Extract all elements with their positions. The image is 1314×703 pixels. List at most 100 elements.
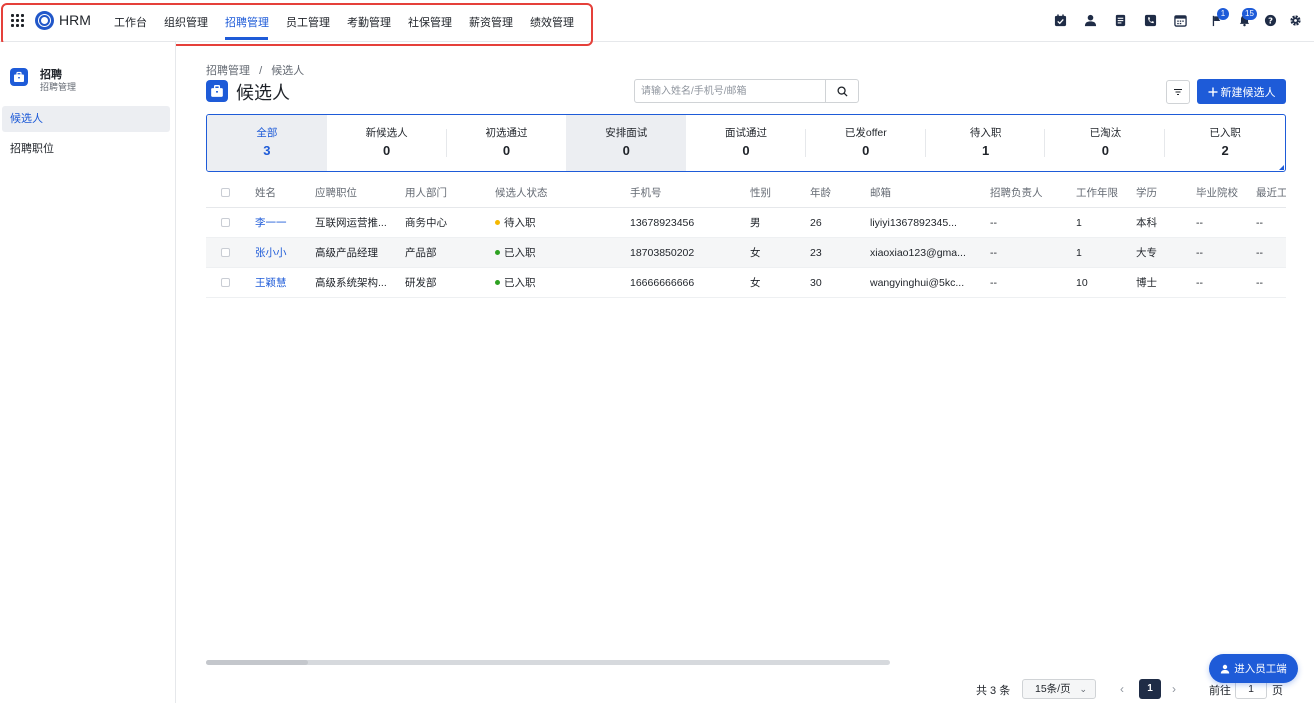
cell-school: -- xyxy=(1196,277,1203,289)
cell-recruiter: -- xyxy=(990,277,997,289)
candidate-name-link[interactable]: 李一一 xyxy=(255,208,287,238)
status-tab-new[interactable]: 新候选人 0 xyxy=(327,115,447,171)
search-box xyxy=(634,79,859,103)
status-tab-rejected[interactable]: 已淘汰 0 xyxy=(1045,115,1166,171)
scrollbar-thumb[interactable] xyxy=(206,660,308,665)
page-briefcase-icon xyxy=(206,80,228,102)
status-tab-interview-scheduled[interactable]: 安排面试 0 xyxy=(566,115,687,171)
breadcrumb: 招聘管理 / 候选人 xyxy=(206,62,304,78)
nav-item-employees[interactable]: 员工管理 xyxy=(286,14,330,30)
column-header-gender[interactable]: 性别 xyxy=(750,178,771,208)
settings-icon[interactable] xyxy=(1288,13,1302,27)
search-input[interactable] xyxy=(635,80,826,102)
status-tab-screened[interactable]: 初选通过 0 xyxy=(447,115,567,171)
column-header-education[interactable]: 学历 xyxy=(1136,178,1157,208)
nav-item-payroll[interactable]: 薪资管理 xyxy=(469,14,513,30)
cell-years: 1 xyxy=(1076,217,1082,229)
column-header-department[interactable]: 用人部门 xyxy=(405,178,447,208)
page-number-current[interactable]: 1 xyxy=(1139,679,1161,699)
cell-recent: -- xyxy=(1256,247,1263,259)
table-header-row: 姓名 应聘职位 用人部门 候选人状态 手机号 性别 年龄 邮箱 招聘负责人 工作… xyxy=(206,178,1286,208)
cell-email: wangyinghui@5kc... xyxy=(870,277,965,289)
cell-education: 博士 xyxy=(1136,277,1157,289)
column-header-status[interactable]: 候选人状态 xyxy=(495,178,548,208)
prev-page-icon[interactable]: ‹ xyxy=(1120,682,1124,696)
cell-email: xiaoxiao123@gma... xyxy=(870,247,966,259)
search-button[interactable] xyxy=(825,80,858,102)
cell-age: 26 xyxy=(810,217,822,229)
apps-grid-icon[interactable] xyxy=(11,14,24,27)
sidebar-item-positions[interactable]: 招聘职位 xyxy=(2,136,170,162)
cell-department: 商务中心 xyxy=(405,217,447,229)
employee-portal-label: 进入员工端 xyxy=(1234,663,1287,675)
nav-item-recruitment[interactable]: 招聘管理 xyxy=(225,14,269,30)
row-checkbox[interactable] xyxy=(221,248,230,257)
sidebar-item-candidates[interactable]: 候选人 xyxy=(2,106,170,132)
nav-item-performance[interactable]: 绩效管理 xyxy=(530,14,574,30)
plus-icon xyxy=(1208,87,1217,96)
cell-school: -- xyxy=(1196,217,1203,229)
column-header-name[interactable]: 姓名 xyxy=(255,178,276,208)
candidate-name-link[interactable]: 张小小 xyxy=(255,238,287,268)
calendar-icon[interactable] xyxy=(1173,13,1187,27)
status-dot-icon xyxy=(495,219,500,225)
cell-department: 产品部 xyxy=(405,247,437,259)
user-icon[interactable] xyxy=(1083,13,1097,27)
column-header-position[interactable]: 应聘职位 xyxy=(315,178,357,208)
status-tab-pending-onboard[interactable]: 待入职 1 xyxy=(926,115,1046,171)
column-header-age[interactable]: 年龄 xyxy=(810,178,831,208)
cell-status: 待入职 xyxy=(495,208,536,238)
status-tabs: 全部 3 新候选人 0 初选通过 0 安排面试 0 面试通过 0 已发offer 0 待入职… xyxy=(206,114,1286,172)
cell-recruiter: -- xyxy=(990,217,997,229)
page-size-select[interactable]: 15条/页 ⌄ xyxy=(1022,679,1096,699)
cell-gender: 女 xyxy=(750,247,761,259)
status-tab-offer-sent[interactable]: 已发offer 0 xyxy=(806,115,926,171)
nav-item-social-security[interactable]: 社保管理 xyxy=(408,14,452,30)
table-row[interactable]: 张小小 高级产品经理 产品部 已入职 18703850202 女 23 xiao… xyxy=(206,238,1286,268)
nav-item-organization[interactable]: 组织管理 xyxy=(164,14,208,30)
sidebar-subtitle: 招聘管理 xyxy=(40,82,77,92)
column-header-recruiter[interactable]: 招聘负责人 xyxy=(990,178,1043,208)
brand-name[interactable]: HRM xyxy=(59,12,91,28)
bell-badge: 15 xyxy=(1242,8,1257,20)
cell-years: 10 xyxy=(1076,277,1088,289)
active-nav-indicator xyxy=(225,37,268,40)
column-header-recent[interactable]: 最近工 xyxy=(1256,178,1286,208)
employee-portal-button[interactable]: 进入员工端 xyxy=(1209,654,1298,683)
status-tab-onboarded[interactable]: 已入职 2 xyxy=(1165,115,1285,171)
cell-gender: 女 xyxy=(750,277,761,289)
cell-department: 研发部 xyxy=(405,277,437,289)
breadcrumb-parent[interactable]: 招聘管理 xyxy=(206,65,250,77)
status-tab-all[interactable]: 全部 3 xyxy=(207,115,327,171)
cell-education: 本科 xyxy=(1136,217,1157,229)
horizontal-scrollbar[interactable] xyxy=(206,660,890,665)
candidate-table: 姓名 应聘职位 用人部门 候选人状态 手机号 性别 年龄 邮箱 招聘负责人 工作… xyxy=(206,178,1286,298)
help-icon[interactable]: ? xyxy=(1263,13,1277,27)
column-header-phone[interactable]: 手机号 xyxy=(630,178,662,208)
row-checkbox[interactable] xyxy=(221,218,230,227)
next-page-icon[interactable]: › xyxy=(1172,682,1176,696)
svg-text:?: ? xyxy=(1268,15,1273,25)
document-icon[interactable] xyxy=(1113,13,1127,27)
sidebar: 招聘 招聘管理 候选人 招聘职位 xyxy=(0,42,176,703)
candidate-name-link[interactable]: 王颖慧 xyxy=(255,268,287,298)
briefcase-icon xyxy=(10,68,28,86)
cell-gender: 男 xyxy=(750,217,761,229)
new-candidate-button[interactable]: 新建候选人 xyxy=(1197,79,1286,104)
column-header-years[interactable]: 工作年限 xyxy=(1076,178,1118,208)
status-tab-interview-passed[interactable]: 面试通过 0 xyxy=(686,115,806,171)
table-row[interactable]: 王颖慧 高级系统架构... 研发部 已入职 16666666666 女 30 w… xyxy=(206,268,1286,298)
column-header-email[interactable]: 邮箱 xyxy=(870,178,891,208)
select-all-checkbox[interactable] xyxy=(221,188,230,197)
nav-item-workbench[interactable]: 工作台 xyxy=(114,14,147,30)
filter-button[interactable] xyxy=(1166,80,1190,104)
table-row[interactable]: 李一一 互联网运营推... 商务中心 待入职 13678923456 男 26 … xyxy=(206,208,1286,238)
phone-icon[interactable] xyxy=(1143,13,1157,27)
top-navigation-bar: HRM 工作台 组织管理 招聘管理 员工管理 考勤管理 社保管理 薪资管理 绩效… xyxy=(0,0,1314,42)
row-checkbox[interactable] xyxy=(221,278,230,287)
column-header-school[interactable]: 毕业院校 xyxy=(1196,178,1238,208)
chevron-down-icon: ⌄ xyxy=(1079,684,1087,694)
nav-item-attendance[interactable]: 考勤管理 xyxy=(347,14,391,30)
task-icon[interactable] xyxy=(1053,13,1067,27)
goto-suffix: 页 xyxy=(1272,685,1283,697)
